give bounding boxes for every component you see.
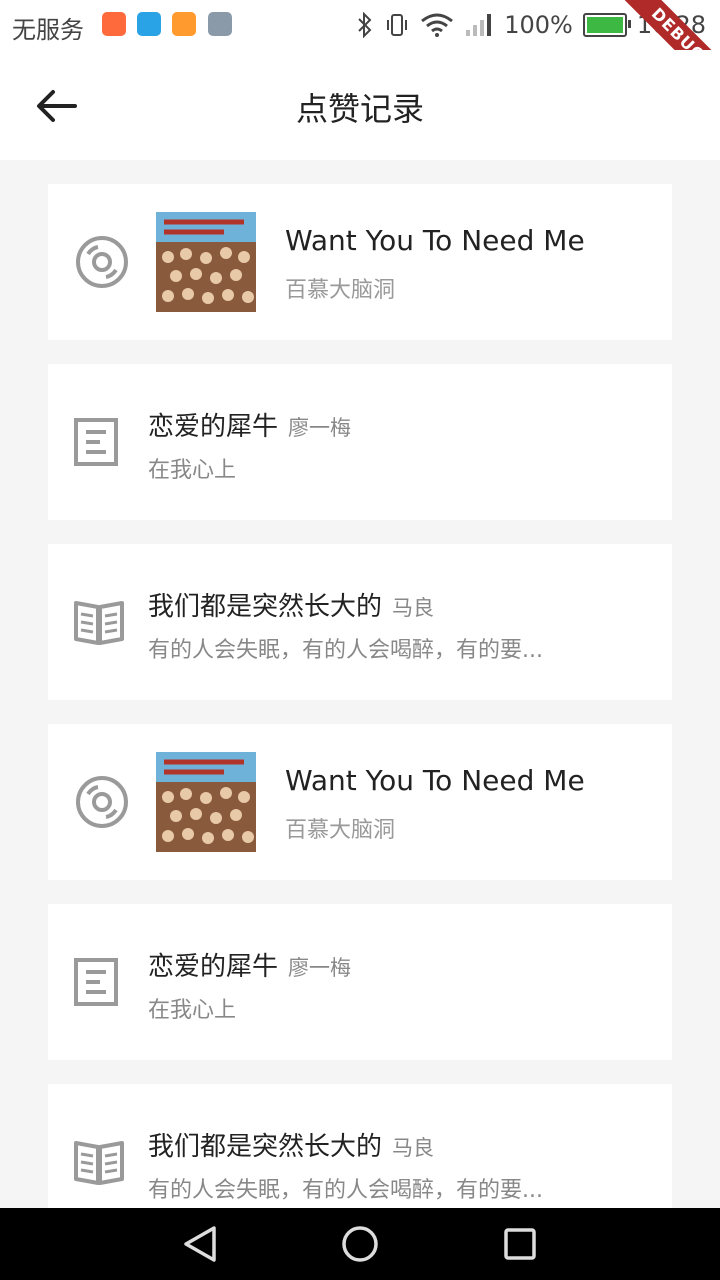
book-icon	[72, 1132, 126, 1192]
notification-app-icon	[102, 12, 126, 36]
item-subtitle: 有的人会失眠，有的人会喝醉，有的要...	[148, 1178, 543, 1203]
nav-home-button[interactable]	[340, 1224, 380, 1264]
wifi-icon	[421, 13, 454, 37]
carrier-label: 无服务	[12, 16, 84, 44]
app-bar: 点赞记录	[0, 50, 720, 160]
disc-icon	[72, 772, 132, 832]
status-bar: 无服务 100% 16:28 DEBUG	[0, 0, 720, 101]
document-icon	[72, 412, 120, 472]
battery-icon	[582, 13, 631, 37]
item-title: 恋爱的犀牛	[148, 952, 279, 982]
vibrate-icon	[387, 14, 408, 36]
nav-back-button[interactable]	[180, 1224, 220, 1264]
list-item-article[interactable]: 恋爱的犀牛 廖一梅 在我心上	[48, 904, 672, 1060]
album-cover-image	[156, 212, 256, 312]
item-subtitle: 百慕大脑洞	[285, 278, 396, 303]
item-author: 马良	[392, 1136, 435, 1160]
item-subtitle: 百慕大脑洞	[285, 818, 396, 843]
item-subtitle: 在我心上	[148, 998, 237, 1023]
item-title: Want You To Need Me	[285, 224, 585, 257]
list-item-music[interactable]: Want You To Need Me 百慕大脑洞	[48, 184, 672, 340]
notification-app-icon	[172, 12, 196, 36]
item-subtitle: 在我心上	[148, 458, 237, 483]
image-icon	[208, 12, 232, 36]
usb-icon	[137, 12, 161, 36]
item-title: 我们都是突然长大的	[148, 592, 383, 622]
list-item-book[interactable]: 我们都是突然长大的 马良 有的人会失眠，有的人会喝醉，有的要...	[48, 1084, 672, 1208]
item-title: 我们都是突然长大的	[148, 1132, 383, 1162]
page-title: 点赞记录	[295, 90, 424, 128]
album-cover-image	[156, 752, 256, 852]
item-author: 廖一梅	[288, 416, 352, 440]
battery-percent: 100%	[504, 11, 573, 39]
item-title: Want You To Need Me	[285, 764, 585, 797]
triangle-back-icon	[184, 1226, 216, 1262]
list-item-book[interactable]: 我们都是突然长大的 马良 有的人会失眠，有的人会喝醉，有的要...	[48, 544, 672, 700]
square-recents-icon	[504, 1228, 536, 1260]
system-nav-bar	[0, 1208, 720, 1280]
disc-icon	[72, 232, 132, 292]
list-item-music[interactable]: Want You To Need Me 百慕大脑洞	[48, 724, 672, 880]
item-subtitle: 有的人会失眠，有的人会喝醉，有的要...	[148, 638, 543, 663]
bluetooth-icon	[358, 12, 372, 38]
nav-recents-button[interactable]	[500, 1224, 540, 1264]
book-icon	[72, 592, 126, 652]
signal-icon	[466, 14, 492, 36]
list-item-article[interactable]: 恋爱的犀牛 廖一梅 在我心上	[48, 364, 672, 520]
circle-home-icon	[342, 1226, 378, 1262]
liked-records-list: Want You To Need Me 百慕大脑洞 恋爱的犀牛 廖一梅 在我心上 …	[48, 184, 672, 1208]
item-author: 马良	[392, 596, 435, 620]
document-icon	[72, 952, 120, 1012]
item-title: 恋爱的犀牛	[148, 412, 279, 442]
item-author: 廖一梅	[288, 956, 352, 980]
